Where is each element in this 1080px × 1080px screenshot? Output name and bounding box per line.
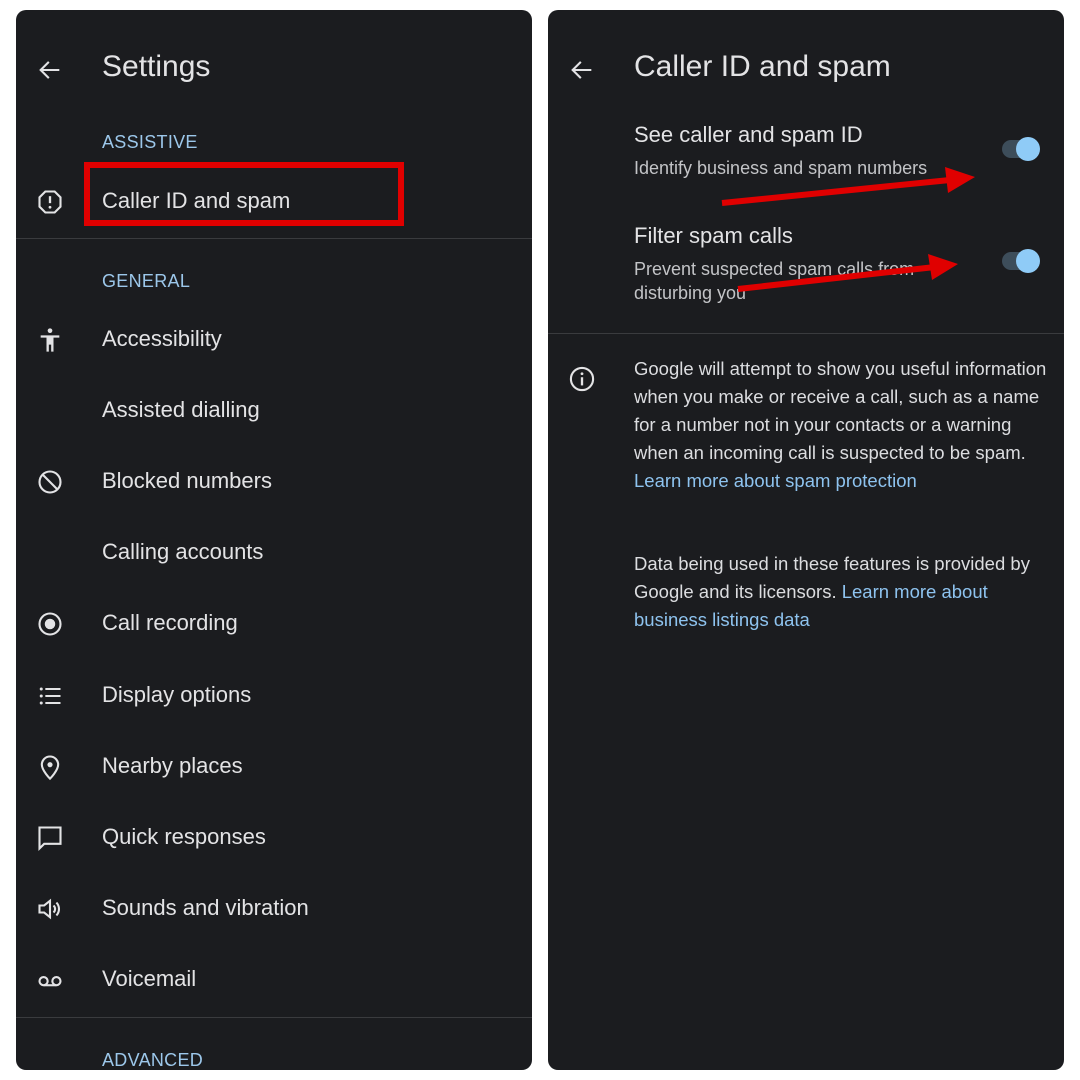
page-title: Caller ID and spam — [634, 50, 891, 83]
setting-title: Filter spam calls — [634, 223, 793, 248]
back-button[interactable] — [568, 54, 596, 86]
block-icon — [36, 468, 64, 496]
settings-item-accessibility[interactable]: Accessibility — [16, 312, 532, 368]
settings-item-quick-responses[interactable]: Quick responses — [16, 810, 532, 866]
info-paragraph-data: Data being used in these features is pro… — [634, 550, 1054, 634]
settings-screen: Settings ASSISTIVE Caller ID and spam GE… — [16, 10, 532, 1070]
settings-item-voicemail[interactable]: Voicemail — [16, 952, 532, 1008]
settings-item-label: Assisted dialling — [102, 397, 260, 422]
settings-item-label: Calling accounts — [102, 539, 264, 564]
list-icon — [36, 682, 64, 710]
see-caller-id-toggle[interactable] — [1002, 137, 1042, 161]
toggle-thumb — [1016, 137, 1040, 161]
setting-filter-spam-calls[interactable]: Filter spam calls Prevent suspected spam… — [548, 223, 1064, 313]
divider — [16, 1017, 532, 1018]
settings-item-blocked-numbers[interactable]: Blocked numbers — [16, 454, 532, 510]
settings-item-assisted-dialling[interactable]: Assisted dialling — [16, 383, 532, 439]
toggle-thumb — [1016, 249, 1040, 273]
learn-more-spam-protection-link[interactable]: Learn more about spam protection — [634, 470, 917, 491]
settings-item-label: Sounds and vibration — [102, 895, 309, 920]
info-icon — [568, 365, 596, 393]
divider — [16, 238, 532, 239]
alert-octagon-icon — [36, 188, 64, 216]
section-header-general: GENERAL — [102, 271, 191, 291]
page-title: Settings — [102, 50, 211, 83]
back-button[interactable] — [36, 54, 64, 86]
info-text: Google will attempt to show you useful i… — [634, 358, 1047, 463]
location-pin-icon — [36, 753, 64, 781]
setting-subtitle: Identify business and spam numbers — [634, 158, 928, 178]
section-header-advanced: ADVANCED — [102, 1050, 204, 1070]
settings-item-label: Accessibility — [102, 326, 222, 351]
setting-see-caller-and-spam-id[interactable]: See caller and spam ID Identify business… — [548, 122, 1064, 192]
settings-item-display-options[interactable]: Display options — [16, 668, 532, 724]
settings-item-calling-accounts[interactable]: Calling accounts — [16, 525, 532, 581]
settings-item-sounds-and-vibration[interactable]: Sounds and vibration — [16, 881, 532, 937]
record-icon — [36, 610, 64, 638]
settings-item-label: Call recording — [102, 610, 238, 635]
settings-item-call-recording[interactable]: Call recording — [16, 596, 532, 652]
arrow-left-icon — [39, 61, 60, 79]
setting-subtitle: Prevent suspected spam calls from distur… — [634, 259, 915, 303]
setting-title: See caller and spam ID — [634, 122, 863, 147]
settings-item-label: Quick responses — [102, 824, 266, 849]
caller-id-and-spam-screen: Caller ID and spam See caller and spam I… — [548, 10, 1064, 1070]
chat-bubble-icon — [36, 824, 64, 852]
settings-item-label: Display options — [102, 682, 252, 707]
arrow-left-icon — [571, 61, 592, 79]
annotation-highlight-box — [84, 162, 404, 226]
section-header-assistive: ASSISTIVE — [102, 132, 198, 152]
divider — [548, 333, 1064, 334]
voicemail-icon — [36, 966, 64, 994]
filter-spam-calls-toggle[interactable] — [1002, 249, 1042, 273]
settings-item-label: Voicemail — [102, 966, 197, 991]
settings-item-label: Blocked numbers — [102, 468, 272, 493]
accessibility-icon — [36, 326, 64, 354]
volume-icon — [36, 895, 64, 923]
info-paragraph-spam: Google will attempt to show you useful i… — [634, 355, 1054, 495]
settings-item-label: Nearby places — [102, 753, 243, 778]
settings-item-nearby-places[interactable]: Nearby places — [16, 739, 532, 795]
